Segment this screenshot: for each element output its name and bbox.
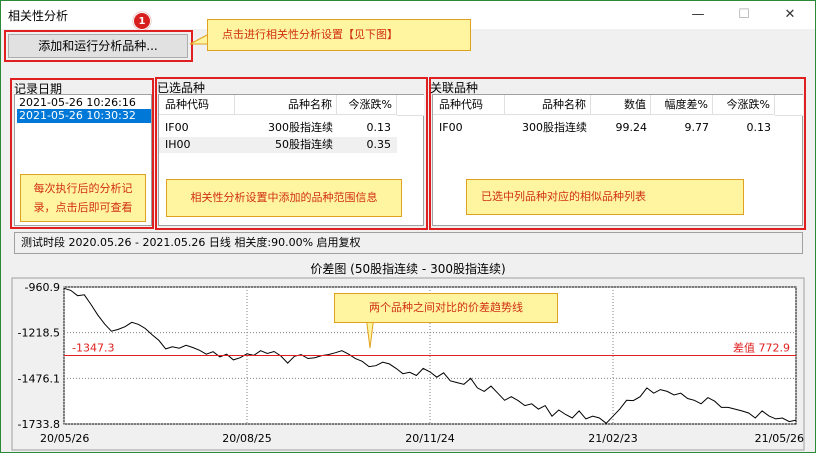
cell-value: 99.24 — [615, 121, 648, 134]
cell-code: IF00 — [165, 121, 189, 134]
table-row[interactable]: IH00 50股指连续 0.35 — [159, 137, 397, 153]
related-col-code[interactable]: 品种代码 — [433, 95, 505, 115]
reference-line-label: -1347.3 — [72, 341, 114, 354]
selected-col-code[interactable]: 品种代码 — [159, 95, 235, 115]
y-tick-label: -1218.5 — [18, 327, 60, 340]
selected-hint-callout: 相关性分析设置中添加的品种范围信息 — [166, 179, 402, 217]
cell-name: 300股指连续 — [522, 121, 587, 134]
x-tick-label: 20/05/26 — [40, 432, 89, 445]
y-tick-label: -960.9 — [25, 281, 60, 294]
cell-diff: 9.77 — [684, 121, 710, 134]
add-run-analysis-button[interactable]: 添加和运行分析品种... — [8, 34, 188, 58]
selected-col-name[interactable]: 品种名称 — [235, 95, 337, 115]
cell-change: 0.13 — [366, 121, 392, 134]
cell-code: IF00 — [439, 121, 463, 134]
chart-hint-callout: 两个品种之间对比的价差趋势线 — [334, 293, 558, 323]
minimize-button[interactable]: — — [676, 2, 720, 28]
cell-change: 0.13 — [746, 121, 772, 134]
related-col-diff[interactable]: 幅度差% — [651, 95, 713, 115]
maximize-button[interactable]: ☐ — [722, 2, 766, 28]
record-item[interactable]: 2021-05-26 10:26:16 — [17, 96, 151, 110]
related-col-value[interactable]: 数值 — [591, 95, 651, 115]
related-col-name[interactable]: 品种名称 — [505, 95, 591, 115]
related-col-change[interactable]: 今涨跌% — [713, 95, 775, 115]
records-hint-callout: 每次执行后的分析记录，点击后即可查看 — [20, 174, 146, 222]
cell-change: 0.35 — [366, 138, 392, 151]
table-row[interactable]: IF00 300股指连续 0.13 — [159, 120, 397, 136]
window-title: 相关性分析 — [8, 9, 69, 23]
record-item-selected[interactable]: 2021-05-26 10:30:32 — [17, 109, 151, 123]
spread-value-label: 差值 772.9 — [733, 340, 790, 354]
cell-name: 50股指连续 — [275, 138, 333, 151]
y-tick-label: -1476.1 — [18, 372, 60, 385]
x-tick-label: 20/08/25 — [222, 432, 271, 445]
cell-code: IH00 — [165, 138, 191, 151]
x-tick-label: 20/11/24 — [405, 432, 454, 445]
cell-name: 300股指连续 — [268, 121, 333, 134]
x-tick-label: 21/02/23 — [588, 432, 637, 445]
x-tick-label: 21/05/26 — [755, 432, 804, 445]
selected-col-filler — [397, 95, 424, 116]
table-row[interactable]: IF00 300股指连续 99.24 9.77 0.13 — [433, 120, 775, 136]
step-badge: 1 — [133, 12, 151, 30]
related-hint-callout: 已选中列品种对应的相似品种列表 — [466, 179, 744, 215]
settings-hint-callout: 点击进行相关性分析设置【见下图】 — [207, 19, 471, 51]
selected-col-change[interactable]: 今涨跌% — [337, 95, 397, 115]
test-period-info: 测试时段 2020.05.26 - 2021.05.26 日线 相关度:90.0… — [14, 232, 803, 254]
y-tick-label: -1733.8 — [18, 418, 60, 431]
related-col-filler — [775, 95, 803, 116]
close-button[interactable]: ✕ — [768, 2, 812, 28]
